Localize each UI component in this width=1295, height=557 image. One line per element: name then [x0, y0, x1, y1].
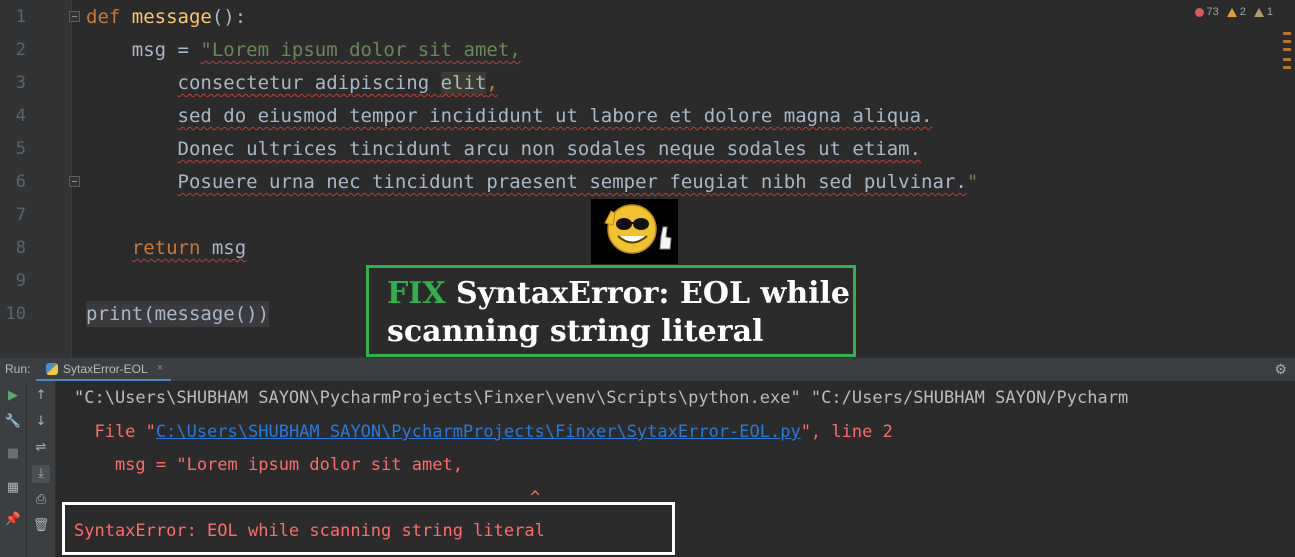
banner-line-2: scanning string literal: [387, 314, 764, 349]
keyword: return: [131, 237, 201, 259]
line-number: 10: [5, 304, 26, 324]
weak-warning-icon: [1253, 7, 1264, 17]
console-file-prefix: File ": [74, 422, 156, 442]
console-command-line: "C:\Users\SHUBHAM SAYON\PycharmProjects\…: [74, 388, 1129, 408]
wrench-icon[interactable]: 🔧: [4, 413, 22, 431]
line-number: 2: [15, 40, 26, 60]
line-number: 4: [15, 106, 26, 126]
code-line-4[interactable]: sed do eiusmod tempor incididunt ut labo…: [86, 100, 933, 133]
code-text: msg: [200, 237, 247, 259]
fold-marker-icon[interactable]: [69, 11, 80, 22]
run-tool-window-header: Run: SytaxError-EOL × ⚙: [0, 357, 1295, 382]
weak-warning-count-value: 1: [1266, 6, 1273, 18]
code-line-1[interactable]: def message():: [86, 1, 246, 34]
code-line-3[interactable]: consectetur adipiscing elit,: [86, 67, 498, 100]
tab-run-config[interactable]: SytaxError-EOL ×: [36, 358, 172, 382]
code-text: consectetur adipiscing: [177, 72, 441, 94]
warning-count[interactable]: 2: [1226, 6, 1246, 18]
code-text: Posuere urna nec tincidunt praesent semp…: [177, 171, 967, 193]
line-number-gutter: 1 2 3 4 5 6 7 8 9 10: [0, 0, 80, 357]
scroll-to-end-icon[interactable]: ⤓: [32, 465, 50, 483]
arrow-down-icon[interactable]: ↓: [32, 413, 50, 431]
python-icon: [46, 363, 58, 375]
rerun-icon[interactable]: ▶: [4, 387, 22, 405]
code-line-8[interactable]: return msg: [86, 232, 246, 265]
error-stripe-mark[interactable]: [1283, 32, 1291, 35]
run-toolbar-primary: ▶ 🔧 ■ ▦ 📌: [0, 381, 27, 557]
console-file-suffix: ", line 2: [800, 422, 893, 442]
soft-wrap-icon[interactable]: ⇌: [32, 439, 50, 457]
code-text: sed do eiusmod tempor incididunt ut labo…: [177, 105, 933, 127]
warning-icon: [1226, 7, 1237, 17]
string-quote: ": [966, 171, 979, 193]
arrow-up-icon[interactable]: ↑: [32, 387, 50, 405]
error-stripe-mark[interactable]: [1283, 48, 1291, 51]
warning-count-value: 2: [1239, 6, 1246, 18]
inspection-widget[interactable]: 73 2 1: [1194, 6, 1273, 18]
line-number: 5: [15, 139, 26, 159]
code-text-highlighted: elit: [440, 72, 487, 94]
line-number: 8: [15, 238, 26, 258]
weak-warning-count[interactable]: 1: [1253, 6, 1273, 18]
code-line-6[interactable]: Posuere urna nec tincidunt praesent semp…: [86, 166, 979, 199]
code-text: print(message()): [86, 301, 270, 327]
code-line-5[interactable]: Donec ultrices tincidunt arcu non sodale…: [86, 133, 922, 166]
error-count-value: 73: [1206, 6, 1219, 18]
gear-icon[interactable]: ⚙: [1274, 361, 1287, 378]
code-comma: ,: [486, 72, 498, 94]
function-name: message: [131, 6, 212, 28]
fold-marker-icon[interactable]: [69, 176, 80, 187]
stop-icon[interactable]: ■: [4, 445, 22, 463]
error-icon: [1194, 7, 1204, 17]
pin-icon[interactable]: 📌: [4, 511, 22, 529]
code-punct: ():: [211, 6, 247, 28]
line-number: 7: [15, 205, 26, 225]
string-literal: "Lorem ipsum dolor sit amet,: [200, 39, 521, 61]
code-line-10[interactable]: print(message()): [86, 298, 270, 331]
cool-smiley-icon: [591, 199, 678, 264]
close-icon[interactable]: ×: [157, 362, 163, 374]
console-code-echo: msg = "Lorem ipsum dolor sit amet,: [74, 455, 463, 475]
line-number: 9: [15, 271, 26, 291]
tab-label: SytaxError-EOL: [63, 362, 148, 376]
console-traceback-file: File "C:\Users\SHUBHAM SAYON\PycharmProj…: [74, 416, 893, 449]
code-assignment: msg =: [131, 39, 201, 61]
trash-icon[interactable]: 🗑: [32, 517, 50, 535]
file-path-link[interactable]: C:\Users\SHUBHAM SAYON\PycharmProjects\F…: [156, 422, 801, 442]
code-line-2[interactable]: msg = "Lorem ipsum dolor sit amet,: [86, 34, 521, 67]
banner-title: SyntaxError: EOL while: [445, 276, 851, 311]
error-stripe-mark[interactable]: [1283, 58, 1291, 61]
fix-banner: FIX SyntaxError: EOL while scanning stri…: [366, 265, 856, 357]
error-highlight-box: [62, 502, 675, 555]
run-toolbar-secondary: ↑ ↓ ⇌ ⤓ ⎙ 🗑: [27, 381, 56, 557]
fix-word: FIX: [387, 276, 446, 311]
line-number: 1: [15, 7, 26, 27]
run-label: Run:: [5, 362, 31, 376]
error-count[interactable]: 73: [1194, 6, 1219, 18]
error-stripe-mark[interactable]: [1283, 66, 1291, 69]
print-icon[interactable]: ⎙: [32, 491, 50, 509]
error-stripe-mark[interactable]: [1283, 40, 1291, 43]
layout-icon[interactable]: ▦: [4, 479, 22, 497]
banner-line-1: FIX SyntaxError: EOL while: [387, 275, 853, 313]
line-number: 6: [15, 172, 26, 192]
keyword: def: [86, 6, 121, 28]
line-number: 3: [15, 73, 26, 93]
code-text: Donec ultrices tincidunt arcu non sodale…: [177, 138, 922, 160]
